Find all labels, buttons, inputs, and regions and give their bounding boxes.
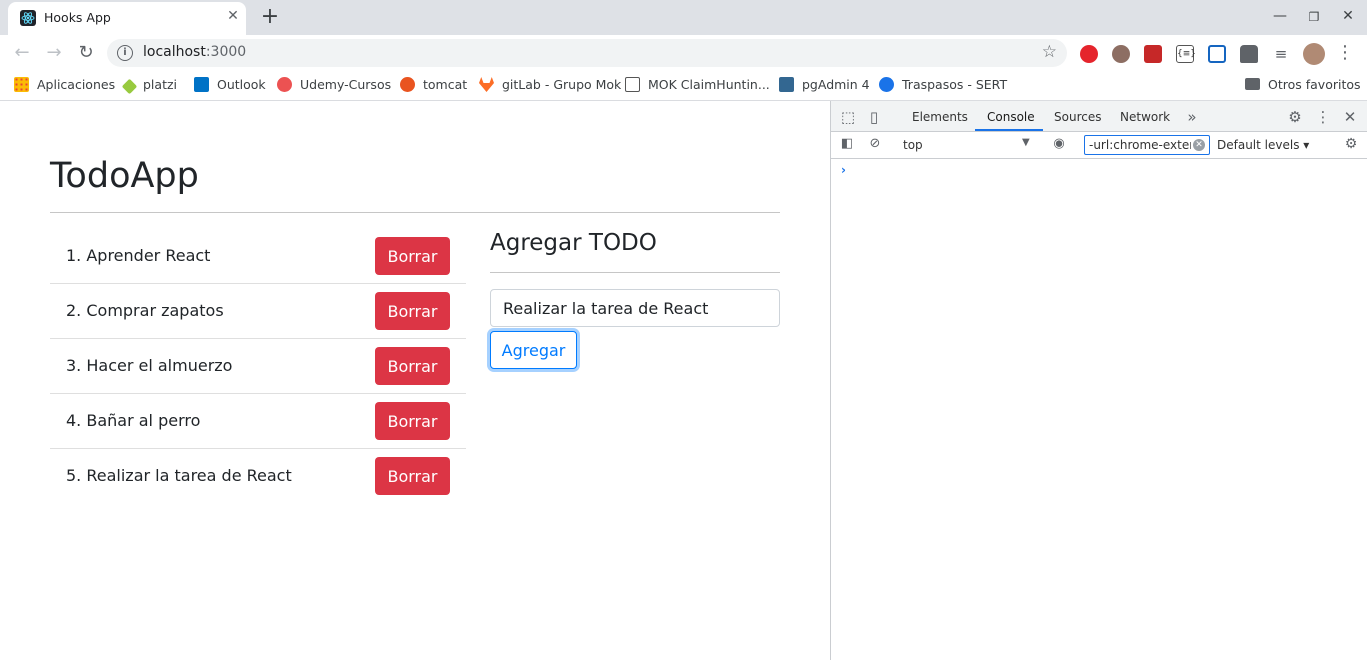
page-content: TodoApp 1. Aprender React Borrar 2. Comp… (0, 101, 830, 660)
devtools-tab-sources[interactable]: Sources (1054, 110, 1101, 124)
log-levels-dropdown[interactable]: Default levels ▾ (1217, 138, 1309, 152)
todo-text: 2. Comprar zapatos (66, 301, 224, 320)
folder-icon (1245, 78, 1260, 90)
tab-title: Hooks App (44, 10, 111, 25)
window-close-icon[interactable]: ✕ (1339, 8, 1357, 24)
bookmark-tomcat[interactable]: tomcat (400, 77, 467, 92)
todo-item: 4. Bañar al perro Borrar (50, 394, 466, 449)
react-favicon-icon (20, 10, 36, 26)
devtools-tab-elements[interactable]: Elements (912, 110, 968, 124)
live-expression-eye-icon[interactable]: ◉ (1050, 136, 1068, 151)
devtools-tab-network[interactable]: Network (1120, 110, 1170, 124)
more-tabs-icon[interactable]: » (1183, 108, 1201, 126)
delete-button[interactable]: Borrar (375, 457, 450, 495)
site-info-icon[interactable]: i (117, 45, 133, 61)
active-tab-indicator (975, 129, 1043, 131)
tab-strip: Hooks App ✕ + — ❐ ✕ (0, 0, 1367, 35)
todo-input[interactable] (490, 289, 780, 327)
bookmark-platzi[interactable]: platzi (121, 77, 177, 95)
bug-extension-icon[interactable] (1112, 45, 1130, 63)
bookmark-pgadmin[interactable]: pgAdmin 4 (779, 77, 870, 92)
clear-filter-icon[interactable]: ✕ (1193, 139, 1205, 151)
bookmark-aplicaciones[interactable]: Aplicaciones (14, 77, 115, 92)
grid-extension-icon[interactable] (1208, 45, 1226, 63)
delete-button[interactable]: Borrar (375, 237, 450, 275)
address-bar[interactable]: i localhost:3000 ☆ (107, 39, 1067, 67)
red-extension-icon[interactable] (1144, 45, 1162, 63)
context-dropdown-icon[interactable]: ▼ (1022, 137, 1030, 148)
pgadmin-icon (779, 77, 794, 92)
back-icon[interactable]: ← (10, 41, 34, 65)
delete-button[interactable]: Borrar (375, 402, 450, 440)
todo-item: 5. Realizar la tarea de React Borrar (50, 449, 466, 504)
add-todo-title: Agregar TODO (490, 230, 657, 256)
restore-icon[interactable]: ❐ (1305, 10, 1323, 24)
apps-grid-icon (14, 77, 29, 92)
todo-text: 5. Realizar la tarea de React (66, 466, 292, 485)
console-settings-icon[interactable]: ⚙ (1342, 136, 1360, 152)
ubuntu-icon (400, 77, 415, 92)
bookmark-traspasos[interactable]: Traspasos - SERT (879, 77, 1007, 92)
browser-toolbar: ← → ↻ i localhost:3000 ☆ {≡} ≡ ⋮ (0, 35, 1367, 71)
devtools-tab-console[interactable]: Console (987, 110, 1035, 124)
todo-item: 3. Hacer el almuerzo Borrar (50, 339, 466, 394)
forward-icon[interactable]: → (42, 41, 66, 65)
add-button[interactable]: Agregar (490, 331, 577, 369)
gitlab-icon (479, 77, 494, 92)
todo-text: 1. Aprender React (66, 246, 211, 265)
profile-avatar[interactable] (1303, 43, 1325, 65)
inspect-element-icon[interactable]: ⬚ (839, 108, 857, 126)
console-prompt[interactable]: › (841, 163, 846, 177)
reload-icon[interactable]: ↻ (74, 41, 98, 65)
todo-text: 3. Hacer el almuerzo (66, 356, 233, 375)
bookmark-star-icon[interactable]: ☆ (1042, 42, 1057, 62)
todo-list: 1. Aprender React Borrar 2. Comprar zapa… (50, 229, 466, 504)
bookmark-udemy[interactable]: Udemy-Cursos (277, 77, 391, 92)
device-toolbar-icon[interactable]: ▯ (865, 108, 883, 126)
url-text: localhost:3000 (143, 44, 247, 60)
delete-button[interactable]: Borrar (375, 347, 450, 385)
bookmarks-bar: Aplicaciones platzi Outlook Udemy-Cursos… (0, 71, 1367, 100)
browser-tab[interactable]: Hooks App ✕ (8, 2, 246, 35)
json-extension-icon[interactable]: {≡} (1176, 45, 1196, 63)
mok-icon (625, 77, 640, 92)
new-tab-icon[interactable]: + (258, 4, 282, 30)
tab-close-icon[interactable]: ✕ (224, 8, 242, 24)
opera-adblock-extension-icon[interactable] (1080, 45, 1098, 63)
show-sidebar-icon[interactable]: ◧ (838, 136, 856, 151)
media-control-icon[interactable]: ≡ (1272, 45, 1290, 63)
todo-item: 1. Aprender React Borrar (50, 229, 466, 284)
udemy-icon (277, 77, 292, 92)
console-filter-input[interactable] (1084, 135, 1210, 155)
bookmark-gitlab[interactable]: gitLab - Grupo Mok (479, 77, 621, 92)
platzi-icon (121, 78, 138, 95)
console-toolbar: ◧ ⊘ top ▼ ◉ ✕ Default levels ▾ ⚙ (831, 132, 1367, 159)
extensions-puzzle-icon[interactable] (1240, 45, 1258, 63)
devtools-menu-icon[interactable]: ⋮ (1314, 108, 1332, 126)
devtools-tabbar: ⬚ ▯ Elements Console Sources Network » ⚙… (831, 101, 1367, 132)
context-selector[interactable]: top (903, 138, 923, 152)
app-title: TodoApp (50, 156, 199, 196)
clear-console-icon[interactable]: ⊘ (866, 136, 884, 151)
devtools-panel: ⬚ ▯ Elements Console Sources Network » ⚙… (830, 101, 1367, 660)
devtools-settings-icon[interactable]: ⚙ (1286, 108, 1304, 126)
outlook-icon (194, 77, 209, 92)
add-divider (490, 272, 780, 273)
traspasos-icon (879, 77, 894, 92)
bookmark-outlook[interactable]: Outlook (194, 77, 266, 92)
todo-item: 2. Comprar zapatos Borrar (50, 284, 466, 339)
bookmark-otros-favoritos[interactable]: Otros favoritos (1245, 77, 1361, 92)
bookmark-mok-claimhunting[interactable]: MOK ClaimHuntin... (625, 77, 770, 92)
todo-text: 4. Bañar al perro (66, 411, 201, 430)
browser-menu-icon[interactable]: ⋮ (1333, 41, 1357, 65)
delete-button[interactable]: Borrar (375, 292, 450, 330)
title-divider (50, 212, 780, 213)
minimize-icon[interactable]: — (1271, 8, 1289, 24)
devtools-close-icon[interactable]: ✕ (1341, 108, 1359, 126)
